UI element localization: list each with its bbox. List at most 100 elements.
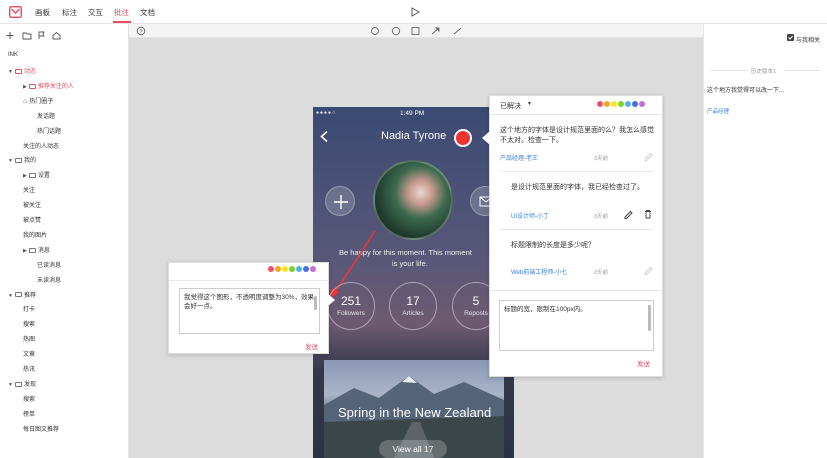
reply-textarea[interactable]: 标题的宽，限制在100px内。 [499,300,654,351]
sidebar-item[interactable]: 被点赞 [23,215,41,224]
sidebar-item[interactable]: 发话题 [37,111,55,120]
color-swatch[interactable] [275,266,281,272]
color-swatch[interactable] [618,101,624,107]
comment-3-text: 标题限制的长度是多少呢？ [511,242,595,249]
color-picker-left[interactable] [267,266,316,274]
caret-down-icon[interactable]: ▼ [8,382,13,388]
home-icon: ⌂ [23,97,28,105]
send-button-right[interactable]: 发送 [637,358,650,368]
view-all-button[interactable]: View all 17 [379,440,447,458]
history-divider-left [711,70,748,71]
play-icon[interactable] [411,7,420,17]
caret-down-icon[interactable]: ▼ [8,293,13,299]
sidebar-item[interactable]: 热讯 [23,364,35,373]
sidebar-item[interactable]: 未读消息 [37,275,61,284]
sidebar-item-label: 消息 [37,247,50,254]
color-swatch[interactable] [303,266,309,272]
comment-2-divider [500,229,653,230]
comment-pin[interactable] [454,129,472,147]
folder-icon [14,158,22,164]
color-swatch[interactable] [597,101,603,107]
related-checkbox[interactable] [787,34,794,41]
sidebar-item[interactable]: ▼ 发现 [8,379,36,388]
comment-1-text: 这个地方的字体是设计规范里面的么？我怎么感觉不太对。检查一下。 [500,127,654,144]
menu-docs[interactable]: 文档 [140,7,155,18]
sidebar-item[interactable]: 搜索 [23,319,35,328]
sidebar-item-label: 热门圈子 [29,98,54,105]
sidebar-item[interactable]: 关注的人动态 [23,141,59,150]
clock-icon[interactable] [136,26,146,36]
sidebar-item-label: 榜单 [23,411,36,418]
send-button-left[interactable]: 发送 [305,341,318,351]
history-comment-text[interactable]: 这个地方我觉得可以改一下... [707,85,784,94]
comment-3-edit-icon[interactable] [643,265,653,275]
comment-2-author[interactable]: UI设计师-小丁 [511,211,549,220]
color-swatch[interactable] [268,266,274,272]
sidebar-item[interactable]: ▶ 设置 [23,170,50,179]
sidebar-item[interactable]: 榜单 [23,409,35,418]
status-dropdown[interactable]: 已解决 [500,101,521,111]
comment-2-edit-icon[interactable] [623,209,633,219]
color-swatch[interactable] [639,101,645,107]
sidebar-item[interactable]: 热门话题 [37,126,61,135]
comment-2-delete-icon[interactable] [643,209,653,219]
sidebar-item[interactable]: 打卡 [23,304,35,313]
comment-1-edit-icon[interactable] [643,151,653,161]
folder-icon [14,68,22,74]
sidebar-item-label: 我的图片 [23,232,48,239]
color-picker-right[interactable] [596,101,645,109]
sidebar-item[interactable]: 已读消息 [37,260,61,269]
color-swatch[interactable] [296,266,302,272]
menu-comment[interactable]: 批注 [114,7,129,18]
sidebar-item[interactable]: 被关注 [23,200,41,209]
sidebar-item[interactable]: ▼ 推荐 [8,290,36,299]
comment-1-author[interactable]: 产品经理-老王 [500,153,538,162]
textarea-scrollbar[interactable] [314,296,317,310]
caret-down-icon[interactable]: ▼ [8,158,13,164]
history-comment-author[interactable]: 产品经理 [707,107,729,115]
menu-artboard[interactable]: 画板 [35,7,50,18]
sidebar-item[interactable]: 关注 [23,185,35,194]
follow-add-button[interactable] [325,186,355,216]
sidebar-item-label: 文章 [23,352,36,359]
reply-scrollbar[interactable] [648,305,651,331]
comment-textarea[interactable]: 我觉得这个图形，不透明度调整为30%，效果会好一点。 [179,288,320,334]
sidebar-item[interactable]: ⌂ 热门圈子 [23,96,53,105]
caret-down-icon[interactable]: ▼ [8,69,13,75]
color-swatch[interactable] [289,266,295,272]
caret-right-icon[interactable]: ▶ [23,84,27,90]
menu-interaction[interactable]: 交互 [88,7,103,18]
comment-3-author[interactable]: Web前端工程师-小七 [511,267,567,276]
back-chevron-icon[interactable] [319,130,329,143]
color-swatch[interactable] [632,101,638,107]
sidebar-item[interactable]: ▶ 推荐关注的人 [23,81,74,90]
sidebar-item-label: 热图 [23,337,36,344]
color-swatch[interactable] [282,266,288,272]
profile-name: Nadia Tyrone [381,130,447,142]
sidebar-item-label: 热讯 [23,367,36,373]
sidebar-item-label: 被点赞 [23,218,42,224]
sidebar-item[interactable]: ▼ 动态 [8,66,36,75]
sidebar-item[interactable]: ▶ 消息 [23,245,50,254]
color-swatch[interactable] [625,101,631,107]
caret-right-icon[interactable]: ▶ [23,248,27,254]
color-swatch[interactable] [611,101,617,107]
stat-articles[interactable]: 17 Articles [389,282,437,330]
profile-avatar [373,160,453,240]
color-swatch[interactable] [604,101,610,107]
sidebar-toolbar [6,31,61,40]
tagline-line-2: is your life. [392,259,428,268]
menu-annotate[interactable]: 标注 [62,7,77,18]
caret-right-icon[interactable]: ▶ [23,173,27,179]
sidebar-item[interactable]: 搜索 [23,394,35,403]
sidebar-item[interactable]: 每日图文推荐 [23,424,59,433]
sidebar-item[interactable]: 文章 [23,349,35,358]
home-icon [52,31,61,40]
color-swatch[interactable] [310,266,316,272]
sidebar-item[interactable]: ▼ 我的 [8,155,36,164]
ellipse-tool-icon [391,26,401,36]
dropdown-caret-icon[interactable]: ▼ [527,101,532,107]
sidebar-item[interactable]: 热图 [23,334,35,343]
stat-followers[interactable]: 251 Followers [327,282,375,330]
sidebar-item[interactable]: 我的图片 [23,230,47,239]
